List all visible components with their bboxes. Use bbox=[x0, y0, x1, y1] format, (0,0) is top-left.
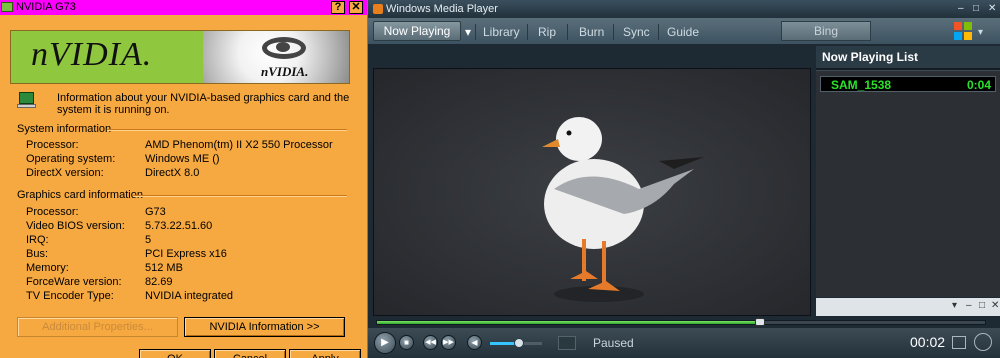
playlist-item-duration: 0:04 bbox=[966, 78, 991, 92]
sys-value-processor: AMD Phenom(tm) II X2 550 Processor bbox=[145, 139, 333, 151]
gfx-label-bios: Video BIOS version: bbox=[26, 220, 125, 232]
tab-guide[interactable]: Guide bbox=[667, 25, 699, 39]
pause-status-icon bbox=[558, 336, 576, 350]
additional-properties-button[interactable]: Additional Properties... bbox=[17, 317, 178, 337]
gfx-value-bus: PCI Express x16 bbox=[145, 248, 227, 260]
volume-slider[interactable] bbox=[490, 338, 542, 348]
gfx-label-forceware: ForceWare version: bbox=[26, 276, 122, 288]
bing-button[interactable]: Bing bbox=[781, 21, 871, 41]
graphics-info-heading: Graphics card information bbox=[17, 189, 143, 201]
sys-value-directx: DirectX 8.0 bbox=[145, 167, 200, 179]
gfx-value-processor: G73 bbox=[145, 206, 166, 218]
full-screen-icon[interactable] bbox=[974, 333, 992, 351]
cancel-button[interactable]: Cancel bbox=[214, 349, 286, 358]
gfx-value-irq: 5 bbox=[145, 234, 152, 246]
mute-button[interactable]: ◀ bbox=[467, 335, 482, 350]
help-button[interactable]: ? bbox=[331, 1, 345, 14]
nvidia-banner: nVIDIA. nVIDIA. bbox=[10, 30, 350, 84]
nvidia-wordmark: nVIDIA. bbox=[31, 36, 153, 73]
seek-bar-thumb[interactable] bbox=[755, 318, 765, 326]
sys-value-os: Windows ME () bbox=[145, 153, 220, 165]
gfx-label-processor: Processor: bbox=[26, 206, 79, 218]
tab-library[interactable]: Library bbox=[483, 25, 520, 39]
graphics-info-divider bbox=[133, 195, 347, 197]
play-button[interactable]: ▶ bbox=[374, 332, 396, 354]
playlist: SAM_1538 0:04 bbox=[816, 70, 1000, 297]
nvidia-logo-text: nVIDIA. bbox=[261, 64, 309, 79]
playlist-restore-button[interactable]: □ bbox=[979, 300, 985, 311]
nvidia-eye-pupil bbox=[276, 42, 290, 52]
gfx-label-bus: Bus: bbox=[26, 248, 49, 260]
logo-dropdown-icon[interactable]: ▾ bbox=[978, 27, 983, 38]
tab-burn[interactable]: Burn bbox=[579, 25, 604, 39]
sys-label-processor: Processor: bbox=[26, 139, 79, 151]
sys-label-os: Operating system: bbox=[26, 153, 116, 165]
restore-button[interactable]: □ bbox=[973, 3, 979, 14]
playlist-item-name: SAM_1538 bbox=[831, 78, 892, 92]
seagull-video-frame bbox=[374, 69, 810, 315]
seek-bar[interactable] bbox=[376, 318, 986, 326]
nvidia-window-title: NVIDIA G73 bbox=[16, 1, 76, 13]
video-display[interactable] bbox=[373, 68, 811, 316]
now-playing-list-header: Now Playing List bbox=[816, 46, 1000, 68]
info-text: Information about your NVIDIA-based grap… bbox=[57, 92, 350, 116]
tab-dropdown-icon[interactable]: ▾ bbox=[465, 25, 471, 39]
gfx-value-memory: 512 MB bbox=[145, 262, 183, 274]
playlist-item[interactable]: SAM_1538 0:04 bbox=[820, 76, 996, 92]
elapsed-time: 00:02 bbox=[910, 334, 946, 350]
tab-rip[interactable]: Rip bbox=[538, 25, 556, 39]
sys-label-directx: DirectX version: bbox=[26, 167, 104, 179]
windows-logo-icon[interactable] bbox=[954, 22, 972, 40]
now-playing-list-pane: Now Playing List SAM_1538 0:04 bbox=[816, 46, 1000, 297]
playlist-minimize-button[interactable]: – bbox=[966, 300, 972, 311]
volume-thumb[interactable] bbox=[514, 338, 524, 348]
gfx-label-tv-encoder: TV Encoder Type: bbox=[26, 290, 114, 302]
system-info-heading: System information bbox=[17, 123, 112, 135]
playlist-footer: ▾ – □ ✕ bbox=[816, 298, 1000, 316]
wmp-window-title: Windows Media Player bbox=[386, 3, 498, 15]
previous-button[interactable]: ◀◀ bbox=[423, 335, 438, 350]
system-info-divider bbox=[107, 129, 347, 131]
nvidia-dialog: NVIDIA G73 ? ✕ nVIDIA. nVIDIA. Informati… bbox=[0, 0, 368, 358]
tab-now-playing[interactable]: Now Playing bbox=[373, 21, 461, 41]
stop-button[interactable]: ■ bbox=[399, 335, 414, 350]
seek-bar-progress bbox=[377, 321, 760, 324]
playlist-close-button[interactable]: ✕ bbox=[991, 300, 999, 311]
computer-icon bbox=[17, 92, 37, 108]
playback-status: Paused bbox=[593, 336, 634, 350]
wmp-app-icon bbox=[373, 4, 383, 14]
ok-button[interactable]: OK bbox=[139, 349, 211, 358]
gfx-value-bios: 5.73.22.51.60 bbox=[145, 220, 213, 232]
now-playing-list-title[interactable]: Now Playing List bbox=[822, 50, 918, 64]
wmp-title-bar[interactable]: Windows Media Player – □ ✕ bbox=[368, 0, 1000, 18]
gfx-label-irq: IRQ: bbox=[26, 234, 49, 246]
apply-button[interactable]: Apply bbox=[289, 349, 361, 358]
playback-controls: ▶ ■ ◀◀ ▶▶ ◀ Paused 00:02 bbox=[368, 328, 1000, 358]
next-button[interactable]: ▶▶ bbox=[441, 335, 456, 350]
gfx-label-memory: Memory: bbox=[26, 262, 69, 274]
media-player-window: Windows Media Player – □ ✕ Now Playing ▾… bbox=[368, 0, 1000, 358]
nvidia-title-bar[interactable]: NVIDIA G73 ? ✕ bbox=[0, 0, 367, 15]
close-button[interactable]: ✕ bbox=[349, 1, 363, 14]
tab-sync[interactable]: Sync bbox=[623, 25, 650, 39]
wmp-close-button[interactable]: ✕ bbox=[988, 3, 996, 14]
switch-to-compact-icon[interactable] bbox=[952, 336, 966, 349]
minimize-button[interactable]: – bbox=[958, 3, 964, 14]
wmp-nav-bar: Now Playing ▾ Library Rip Burn Sync Guid… bbox=[368, 18, 1000, 44]
playlist-dropdown-icon[interactable]: ▾ bbox=[952, 300, 957, 311]
gfx-value-forceware: 82.69 bbox=[145, 276, 173, 288]
gfx-value-tv-encoder: NVIDIA integrated bbox=[145, 290, 234, 302]
nvidia-information-button[interactable]: NVIDIA Information >> bbox=[184, 317, 345, 337]
nvidia-app-icon bbox=[1, 2, 13, 12]
